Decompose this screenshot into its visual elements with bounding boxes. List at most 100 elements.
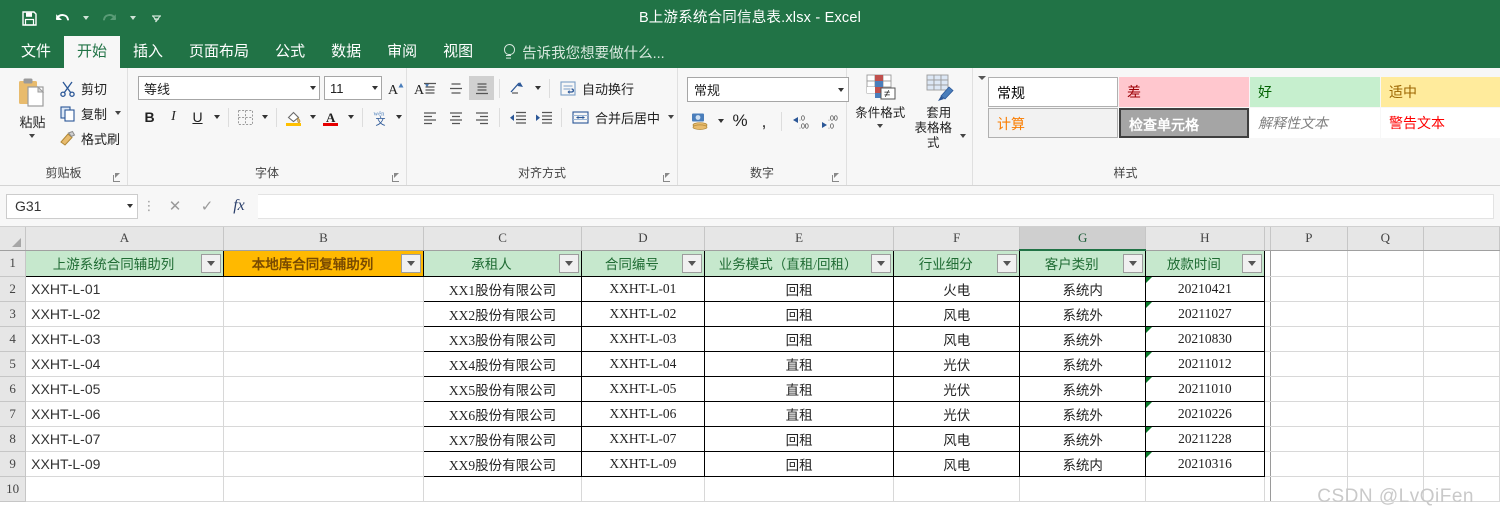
cell-extra1[interactable] xyxy=(1423,250,1500,277)
header-cell-G[interactable]: 客户类别 xyxy=(1019,249,1147,277)
cell-A7[interactable]: XXHT-L-06 xyxy=(25,401,224,427)
cell-Q10[interactable] xyxy=(1347,476,1425,502)
cell-H8[interactable]: 20211228 xyxy=(1145,425,1265,452)
cell-D5[interactable]: XXHT-L-04 xyxy=(580,350,705,377)
row-header-2[interactable]: 2 xyxy=(0,276,27,302)
cell-P6[interactable] xyxy=(1270,376,1348,402)
number-format-combo[interactable]: 常规 xyxy=(687,77,849,102)
error-indicator-icon[interactable] xyxy=(1146,327,1153,333)
increase-decimal-icon[interactable]: .00.0 xyxy=(817,109,844,133)
cell-D2[interactable]: XXHT-L-01 xyxy=(580,275,705,302)
cell-B3[interactable] xyxy=(223,301,425,327)
conditional-formatting-button[interactable]: ≠ 条件格式 xyxy=(853,74,908,128)
borders-dropdown-icon[interactable] xyxy=(258,105,271,129)
cell-F2[interactable]: 火电 xyxy=(893,275,1021,302)
hidden-gap[interactable] xyxy=(1264,326,1272,352)
increase-indent-icon[interactable] xyxy=(531,105,556,129)
chevron-down-icon[interactable] xyxy=(838,87,844,92)
insert-function-icon[interactable]: fx xyxy=(224,195,254,218)
chevron-down-icon[interactable] xyxy=(310,86,316,90)
cell-B4[interactable] xyxy=(223,326,425,352)
cell-Q5[interactable] xyxy=(1347,351,1425,377)
font-name-combo[interactable]: 等线 xyxy=(138,76,320,100)
cell-P3[interactable] xyxy=(1270,301,1348,327)
cell-D8[interactable]: XXHT-L-07 xyxy=(580,425,705,452)
cell-P1[interactable] xyxy=(1270,250,1348,277)
format-as-table-button[interactable]: 套用 表格格式 xyxy=(912,74,966,151)
cell-F7[interactable]: 光伏 xyxy=(893,400,1021,427)
header-cell-C[interactable]: 承租人 xyxy=(423,249,582,277)
cell-D10[interactable] xyxy=(581,476,705,502)
cell-C5[interactable]: XX4股份有限公司 xyxy=(423,350,582,377)
hidden-gap[interactable] xyxy=(1264,376,1272,402)
filter-dropdown-icon[interactable] xyxy=(200,253,221,273)
cell-P7[interactable] xyxy=(1270,401,1348,427)
cell-G10[interactable] xyxy=(1019,476,1147,502)
phonetic-dropdown-icon[interactable] xyxy=(392,105,405,129)
formula-input[interactable] xyxy=(258,193,1494,219)
cell-Q6[interactable] xyxy=(1347,376,1425,402)
error-indicator-icon[interactable] xyxy=(1146,352,1153,358)
name-box-dropdown-icon[interactable] xyxy=(127,204,133,208)
error-indicator-icon[interactable] xyxy=(1146,277,1153,283)
chevron-down-icon[interactable] xyxy=(372,86,378,90)
tab-formulas[interactable]: 公式 xyxy=(262,36,318,68)
cell-A2[interactable]: XXHT-L-01 xyxy=(25,276,224,302)
column-header-G[interactable]: G xyxy=(1019,227,1147,251)
cell-D6[interactable]: XXHT-L-05 xyxy=(580,375,705,402)
styles-gallery-more-icon[interactable] xyxy=(976,76,988,84)
cell-extra6[interactable] xyxy=(1423,376,1500,402)
cell-C6[interactable]: XX5股份有限公司 xyxy=(423,375,582,402)
number-dialog-launcher[interactable] xyxy=(832,173,841,182)
row-header-1[interactable]: 1 xyxy=(0,250,27,277)
filter-dropdown-icon[interactable] xyxy=(558,253,579,273)
column-header-B[interactable]: B xyxy=(223,227,425,251)
paste-dropdown-icon[interactable] xyxy=(29,134,36,138)
cell-G2[interactable]: 系统内 xyxy=(1019,275,1147,302)
cell-extra4[interactable] xyxy=(1423,326,1500,352)
wrap-text-button[interactable]: 自动换行 xyxy=(555,76,638,100)
hidden-gap[interactable] xyxy=(1264,351,1272,377)
hidden-gap[interactable] xyxy=(1264,250,1272,277)
font-color-dropdown-icon[interactable] xyxy=(344,105,357,129)
cell-G7[interactable]: 系统外 xyxy=(1019,400,1147,427)
tab-page-layout[interactable]: 页面布局 xyxy=(176,36,262,68)
fill-color-icon[interactable] xyxy=(282,105,305,129)
cell-P10[interactable] xyxy=(1270,476,1348,502)
cell-extra7[interactable] xyxy=(1423,401,1500,427)
cell-E5[interactable]: 直租 xyxy=(703,350,895,377)
column-header-P[interactable]: P xyxy=(1270,227,1348,251)
row-header-6[interactable]: 6 xyxy=(0,376,27,402)
cell-E4[interactable]: 回租 xyxy=(703,325,895,352)
cell-E6[interactable]: 直租 xyxy=(703,375,895,402)
cell-F10[interactable] xyxy=(893,476,1021,502)
cell-Q7[interactable] xyxy=(1347,401,1425,427)
hidden-gap[interactable] xyxy=(1264,451,1272,477)
tab-data[interactable]: 数据 xyxy=(318,36,374,68)
confirm-formula-icon[interactable]: ✓ xyxy=(192,195,222,218)
filter-dropdown-icon[interactable] xyxy=(401,253,422,273)
column-header-Q[interactable]: Q xyxy=(1347,227,1425,251)
cell-E2[interactable]: 回租 xyxy=(703,275,895,302)
cell-Q9[interactable] xyxy=(1347,451,1425,477)
cell-F9[interactable]: 风电 xyxy=(893,450,1021,477)
row-header-7[interactable]: 7 xyxy=(0,401,27,427)
comma-style-button[interactable]: , xyxy=(753,108,775,134)
row-header-4[interactable]: 4 xyxy=(0,326,27,352)
copy-button[interactable]: 复制 xyxy=(59,102,121,124)
cell-E10[interactable] xyxy=(704,476,895,502)
increase-font-size-button[interactable]: A xyxy=(386,77,408,99)
font-dialog-launcher[interactable] xyxy=(392,173,401,182)
filter-dropdown-icon[interactable] xyxy=(681,253,702,273)
cell-C2[interactable]: XX1股份有限公司 xyxy=(423,275,582,302)
cell-C3[interactable]: XX2股份有限公司 xyxy=(423,300,582,327)
hidden-columns-marker[interactable] xyxy=(1264,227,1272,251)
cell-F8[interactable]: 风电 xyxy=(893,425,1021,452)
cell-style-check-cell[interactable]: 检查单元格 xyxy=(1119,108,1249,138)
cell-P8[interactable] xyxy=(1270,426,1348,452)
column-header-C[interactable]: C xyxy=(423,227,582,251)
name-box[interactable]: G31 xyxy=(6,193,138,219)
cell-Q1[interactable] xyxy=(1347,250,1425,277)
cell-E9[interactable]: 回租 xyxy=(703,450,895,477)
fill-color-dropdown-icon[interactable] xyxy=(306,105,319,129)
